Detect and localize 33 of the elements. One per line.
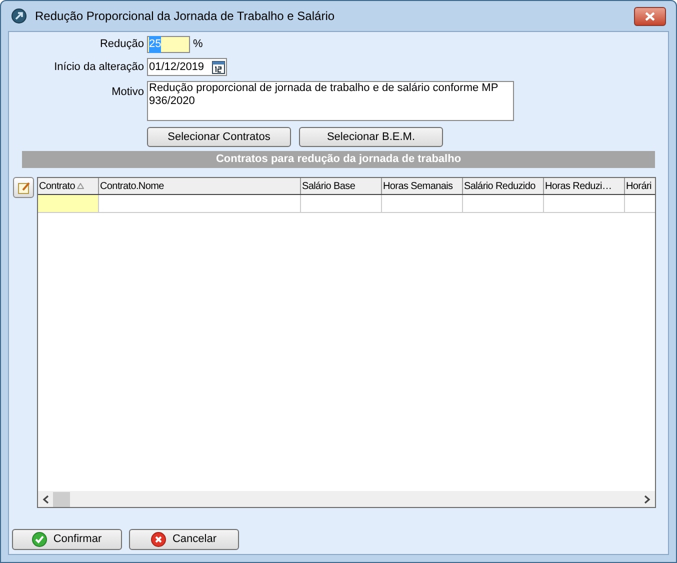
scroll-left-icon[interactable] [42,494,49,504]
column-header[interactable]: Salário Reduzido [463,178,544,194]
calendar-icon[interactable] [212,60,225,74]
window-title: Redução Proporcional da Jornada de Trabalho e Salário [35,8,335,25]
app-icon [11,8,27,24]
date-field[interactable]: 01/12/2019 [147,58,227,76]
column-header[interactable]: Salário Base [301,178,382,194]
cancel-button[interactable]: Cancelar [129,529,239,550]
column-header[interactable]: Contrato.Nome [99,178,301,194]
section-header: Contratos para redução da jornada de trabalho [22,151,655,168]
column-header[interactable]: Horári [625,178,655,194]
column-header[interactable]: Horas Semanais [382,178,463,194]
cancel-icon [151,532,166,547]
unit-label: % [193,37,203,52]
sort-icon [76,183,84,189]
select-button[interactable]: Selecionar B.E.M. [299,127,443,147]
select-button[interactable]: Selecionar Contratos [147,127,291,147]
edit-button[interactable] [13,177,34,198]
scroll-right-icon[interactable] [644,494,651,504]
field-label: Redução [98,37,144,52]
grid-cell[interactable] [38,195,99,212]
text-area[interactable]: Redução proporcional de jornada de trabalho e de salário conforme MP 936/2020 [147,81,514,121]
close-button[interactable] [634,6,666,26]
edit-icon [16,180,30,194]
column-header[interactable]: Horas Reduzi… [544,178,625,194]
close-icon [645,12,655,20]
confirm-button[interactable]: Confirmar [12,529,122,550]
field-label: Motivo [110,85,144,100]
scrollbar-thumb[interactable] [53,492,70,506]
check-icon [32,532,48,547]
field-label: Início da alteração [53,60,144,75]
horizontal-scrollbar[interactable] [38,491,655,507]
column-header[interactable]: Contrato [38,178,99,194]
